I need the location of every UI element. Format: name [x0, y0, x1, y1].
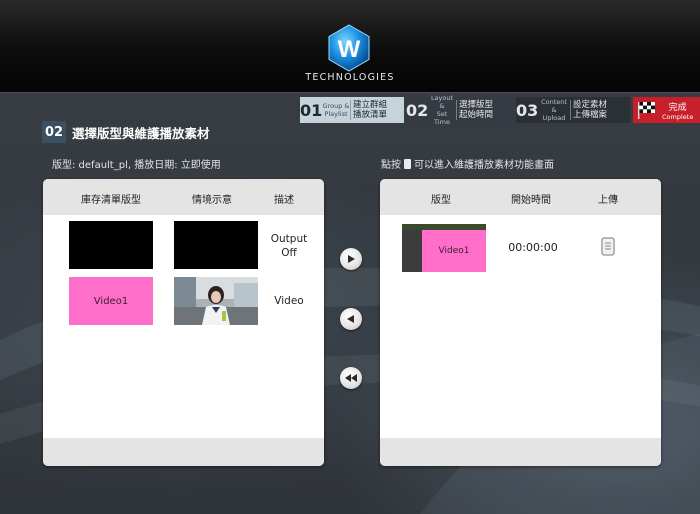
step-zh-label: 建立群組 播放清單: [351, 100, 389, 120]
col-header-preview: 情境示意: [192, 195, 232, 206]
complete-zh: 完成: [668, 102, 687, 113]
playlist-panel: 版型 開始時間 上傳: [380, 179, 661, 466]
step-en-line1: Content &: [541, 98, 567, 114]
logo-letter: W: [338, 36, 361, 63]
step-zh-label: 選擇版型 起始時間: [457, 100, 495, 120]
inventory-table-header: 庫存清單版型 情境示意 描述: [43, 179, 324, 215]
step-zh-line1: 設定素材: [572, 100, 607, 110]
section-number-badge: 02: [42, 121, 66, 143]
hint-text: 點按 可以進入維護播放素材功能畫面: [381, 156, 554, 171]
step-en-line2: Playlist: [324, 110, 348, 118]
step-zh-line2: 上傳檔案: [572, 110, 607, 120]
step-zh-line2: 播放清單: [352, 110, 387, 120]
desc-line1: Output: [270, 233, 308, 245]
step-1-group-playlist[interactable]: 01 Group & Playlist 建立群組 播放清單: [300, 97, 404, 123]
playlist-table-header: 版型 開始時間 上傳: [380, 179, 661, 215]
complete-label: 完成 Complete: [662, 100, 693, 121]
panel-footer: [380, 438, 661, 466]
start-time-value[interactable]: 00:00:00: [497, 241, 569, 254]
step-en-line1: Group &: [322, 102, 350, 110]
row-description: Video: [274, 295, 304, 307]
col-header-upload: 上傳: [598, 195, 618, 206]
section-title: 選擇版型與維護播放素材: [72, 126, 210, 141]
brand-name: TECHNOLOGIES: [305, 72, 395, 83]
remove-all-button[interactable]: [340, 367, 362, 389]
play-right-icon: [348, 255, 355, 263]
thumb-left-strip: [402, 230, 422, 272]
step-number: 03: [516, 100, 539, 120]
col-header-start-time: 開始時間: [511, 195, 551, 206]
hint-prefix: 點按: [381, 160, 401, 171]
remove-from-playlist-button[interactable]: [340, 308, 362, 330]
step-en-label: Group & Playlist: [322, 102, 350, 118]
upload-file-icon[interactable]: [601, 237, 615, 256]
play-left-icon: [347, 315, 354, 323]
col-header-layout: 庫存清單版型: [81, 195, 141, 206]
complete-en: Complete: [662, 112, 694, 121]
preview-thumb-video-image: [174, 277, 258, 325]
checkered-flag-icon: [638, 102, 655, 119]
step-en-line2: Upload: [542, 114, 566, 122]
row-description: Output Off: [262, 232, 316, 260]
step-en-label: Content & Upload: [538, 98, 570, 122]
wizard-steps: 01 Group & Playlist 建立群組 播放清單 02 Layout & S…: [300, 94, 700, 126]
layout-thumb-output-off[interactable]: [69, 221, 153, 269]
col-header-layout: 版型: [431, 195, 451, 206]
layout-label: Video1: [438, 246, 470, 256]
step-zh-label: 設定素材 上傳檔案: [571, 100, 609, 120]
step-number: 01: [300, 100, 323, 120]
file-icon: [404, 158, 411, 169]
add-to-playlist-button[interactable]: [340, 248, 362, 270]
col-header-description: 描述: [274, 195, 294, 206]
step-zh-line1: 選擇版型: [458, 100, 493, 110]
app-header: W TECHNOLOGIES: [0, 0, 700, 93]
step-zh-line2: 起始時間: [458, 110, 493, 120]
step-en-line2: Set Time: [434, 110, 450, 126]
rewind-icon: [345, 374, 357, 382]
playlist-row-layout-thumb[interactable]: Video1: [402, 224, 486, 272]
desc-line2: Off: [281, 247, 297, 259]
hint-suffix: 可以進入維護播放素材功能畫面: [414, 160, 554, 171]
step-2-layout-time[interactable]: 02 Layout & Set Time 選擇版型 起始時間: [406, 94, 514, 126]
step-number: 02: [406, 100, 429, 120]
step-en-line1: Layout &: [430, 94, 454, 110]
preview-thumb-output-off: [174, 221, 258, 269]
thumb-video-region: Video1: [422, 230, 486, 272]
panel-footer: [43, 438, 324, 466]
layout-info-text: 版型: default_pl, 播放日期: 立即使用: [52, 160, 221, 171]
step-en-label: Layout & Set Time: [428, 94, 456, 126]
step-3-content-upload[interactable]: 03 Content & Upload 設定素材 上傳檔案: [516, 97, 630, 123]
step-complete[interactable]: 完成 Complete: [633, 97, 700, 123]
w-logo-icon: W: [328, 24, 370, 72]
layout-thumb-video1[interactable]: Video1: [69, 277, 153, 325]
step-zh-line1: 建立群組: [352, 100, 387, 110]
layout-label: Video1: [93, 295, 129, 307]
